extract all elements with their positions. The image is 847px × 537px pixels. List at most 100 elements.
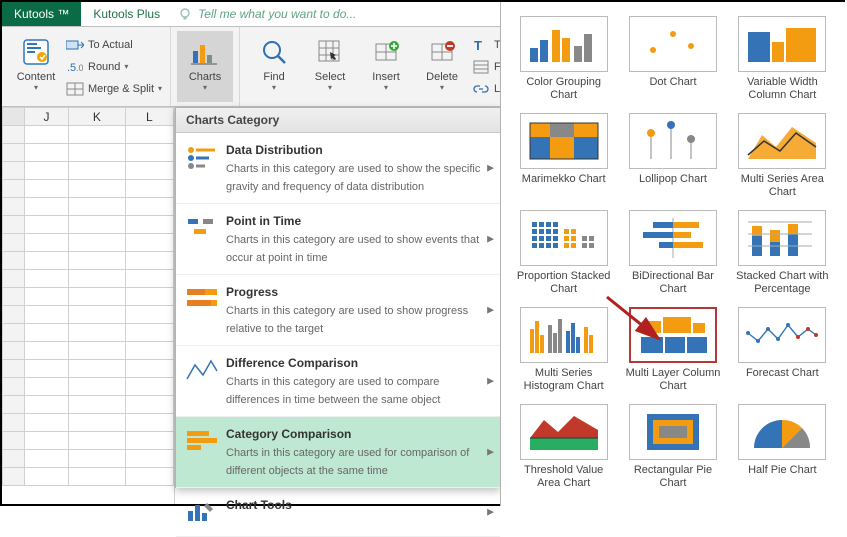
cat-title: Difference Comparison (226, 356, 358, 370)
cat-title: Data Distribution (226, 143, 323, 157)
chevron-right-icon: ▶ (487, 376, 494, 387)
dropdown-icon: ▾ (203, 83, 207, 92)
thumb-label: Multi Series Area Chart (732, 173, 833, 198)
thumb-multiseries-area[interactable]: Multi Series Area Chart (728, 109, 837, 206)
thumb-label: BiDirectional Bar Chart (622, 270, 723, 295)
find-label: Find (263, 71, 284, 83)
svg-text:.5: .5 (67, 62, 76, 74)
thumb-color-grouping[interactable]: Color Grouping Chart (509, 12, 618, 109)
content-icon (19, 35, 53, 69)
select-button[interactable]: Select▾ (302, 31, 358, 102)
comparison-icon (184, 425, 220, 457)
thumb-label: Lollipop Chart (639, 173, 707, 186)
timeline-icon (184, 212, 220, 244)
thumb-rectangular-pie[interactable]: Rectangular Pie Chart (618, 400, 727, 497)
thumb-variable-width[interactable]: Variable Width Column Chart (728, 12, 837, 109)
cat-difference-comparison[interactable]: Difference ComparisonCharts in this cate… (176, 346, 500, 417)
cat-desc: Charts in this category are used to show… (226, 305, 468, 335)
cat-desc: Charts in this category are used to show… (226, 234, 479, 264)
find-icon (257, 35, 291, 69)
cat-category-comparison[interactable]: Category ComparisonCharts in this catego… (176, 417, 500, 488)
cat-point-in-time[interactable]: Point in Time Charts in this category are… (176, 204, 500, 275)
lightbulb-icon (178, 7, 192, 21)
cat-chart-tools[interactable]: Chart Tools ▶ (176, 488, 500, 537)
charts-label: Charts (189, 71, 221, 83)
content-button[interactable]: Content ▾ (8, 31, 64, 102)
thumb-bidirectional-bar[interactable]: BiDirectional Bar Chart (618, 206, 727, 303)
round-button[interactable]: .5.0 Round ▾ (64, 57, 164, 77)
chevron-right-icon: ▶ (487, 507, 494, 518)
cat-data-distribution[interactable]: Data Distribution Charts in this category… (176, 133, 500, 204)
thumb-label: Multi Series Histogram Chart (513, 367, 614, 392)
to-actual-icon (66, 37, 84, 53)
charts-button[interactable]: Charts ▾ (177, 31, 233, 102)
distribution-icon (184, 141, 220, 173)
thumb-label: Variable Width Column Chart (732, 76, 833, 101)
dropdown-icon: ▾ (158, 84, 162, 93)
col-header[interactable]: K (69, 108, 126, 126)
chevron-right-icon: ▶ (487, 163, 494, 174)
thumb-dot-chart[interactable]: Dot Chart (618, 12, 727, 109)
thumb-multilayer-column[interactable]: Multi Layer Column Chart (618, 303, 727, 400)
cat-progress[interactable]: Progress Charts in this category are used… (176, 275, 500, 346)
cat-title: Category Comparison (226, 427, 351, 441)
cat-title: Point in Time (226, 214, 301, 228)
difference-icon (184, 354, 220, 386)
dropdown-icon: ▾ (124, 62, 128, 71)
tab-kutools[interactable]: Kutools ™ (2, 2, 81, 26)
thumb-stacked-percentage[interactable]: Stacked Chart with Percentage (728, 206, 837, 303)
group-convert: Content ▾ To Actual .5.0 Round ▾ Merge &… (2, 27, 171, 106)
format-icon (472, 59, 490, 75)
merge-split-label: Merge & Split (88, 83, 154, 95)
dropdown-icon: ▾ (440, 83, 444, 92)
col-header[interactable]: J (25, 108, 69, 126)
thumb-lollipop[interactable]: Lollipop Chart (618, 109, 727, 206)
thumb-label: Half Pie Chart (748, 464, 816, 477)
thumb-half-pie[interactable]: Half Pie Chart (728, 400, 837, 497)
select-icon (313, 35, 347, 69)
select-label: Select (315, 71, 346, 83)
merge-split-icon (66, 81, 84, 97)
chevron-right-icon: ▶ (487, 234, 494, 245)
thumb-label: Threshold Value Area Chart (513, 464, 614, 489)
thumb-forecast[interactable]: Forecast Chart (728, 303, 837, 400)
thumb-multiseries-histogram[interactable]: Multi Series Histogram Chart (509, 303, 618, 400)
tell-me-placeholder: Tell me what you want to do... (198, 7, 356, 21)
cat-title: Chart Tools (226, 498, 292, 512)
svg-text:.0: .0 (76, 63, 83, 73)
dropdown-icon: ▾ (272, 83, 276, 92)
merge-split-button[interactable]: Merge & Split ▾ (64, 79, 164, 99)
insert-icon (369, 35, 403, 69)
panel-header: Charts Category (176, 108, 500, 133)
charts-category-panel: Charts Category Data Distribution Charts … (175, 107, 501, 488)
thumb-label: Forecast Chart (746, 367, 819, 380)
thumb-label: Dot Chart (649, 76, 696, 89)
charts-icon (188, 35, 222, 69)
progress-icon (184, 283, 220, 315)
worksheet-grid[interactable]: JKL document.write(Array.from({length:20… (2, 107, 175, 504)
thumb-label: Color Grouping Chart (513, 76, 614, 101)
delete-button[interactable]: Delete▾ (414, 31, 470, 102)
find-button[interactable]: Find▾ (246, 31, 302, 102)
to-actual-button[interactable]: To Actual (64, 35, 164, 55)
thumb-marimekko[interactable]: Marimekko Chart (509, 109, 618, 206)
chart-tools-icon (184, 496, 220, 528)
thumb-label: Proportion Stacked Chart (513, 270, 614, 295)
thumb-label: Rectangular Pie Chart (622, 464, 723, 489)
content-label: Content (17, 71, 56, 83)
chart-gallery: Color Grouping Chart Dot Chart Variable … (500, 2, 845, 506)
cat-title: Progress (226, 285, 278, 299)
insert-button[interactable]: Insert▾ (358, 31, 414, 102)
thumb-proportion-stacked[interactable]: Proportion Stacked Chart (509, 206, 618, 303)
dropdown-icon: ▾ (34, 83, 38, 92)
link-icon (472, 81, 490, 97)
insert-label: Insert (372, 71, 400, 83)
chevron-right-icon: ▶ (487, 305, 494, 316)
thumb-threshold-area[interactable]: Threshold Value Area Chart (509, 400, 618, 497)
col-header[interactable]: L (125, 108, 173, 126)
dropdown-icon: ▾ (328, 83, 332, 92)
cat-desc: Charts in this category are used to show… (226, 163, 480, 193)
delete-icon (425, 35, 459, 69)
round-label: Round (88, 61, 120, 73)
tab-kutools-plus[interactable]: Kutools Plus (81, 2, 172, 26)
